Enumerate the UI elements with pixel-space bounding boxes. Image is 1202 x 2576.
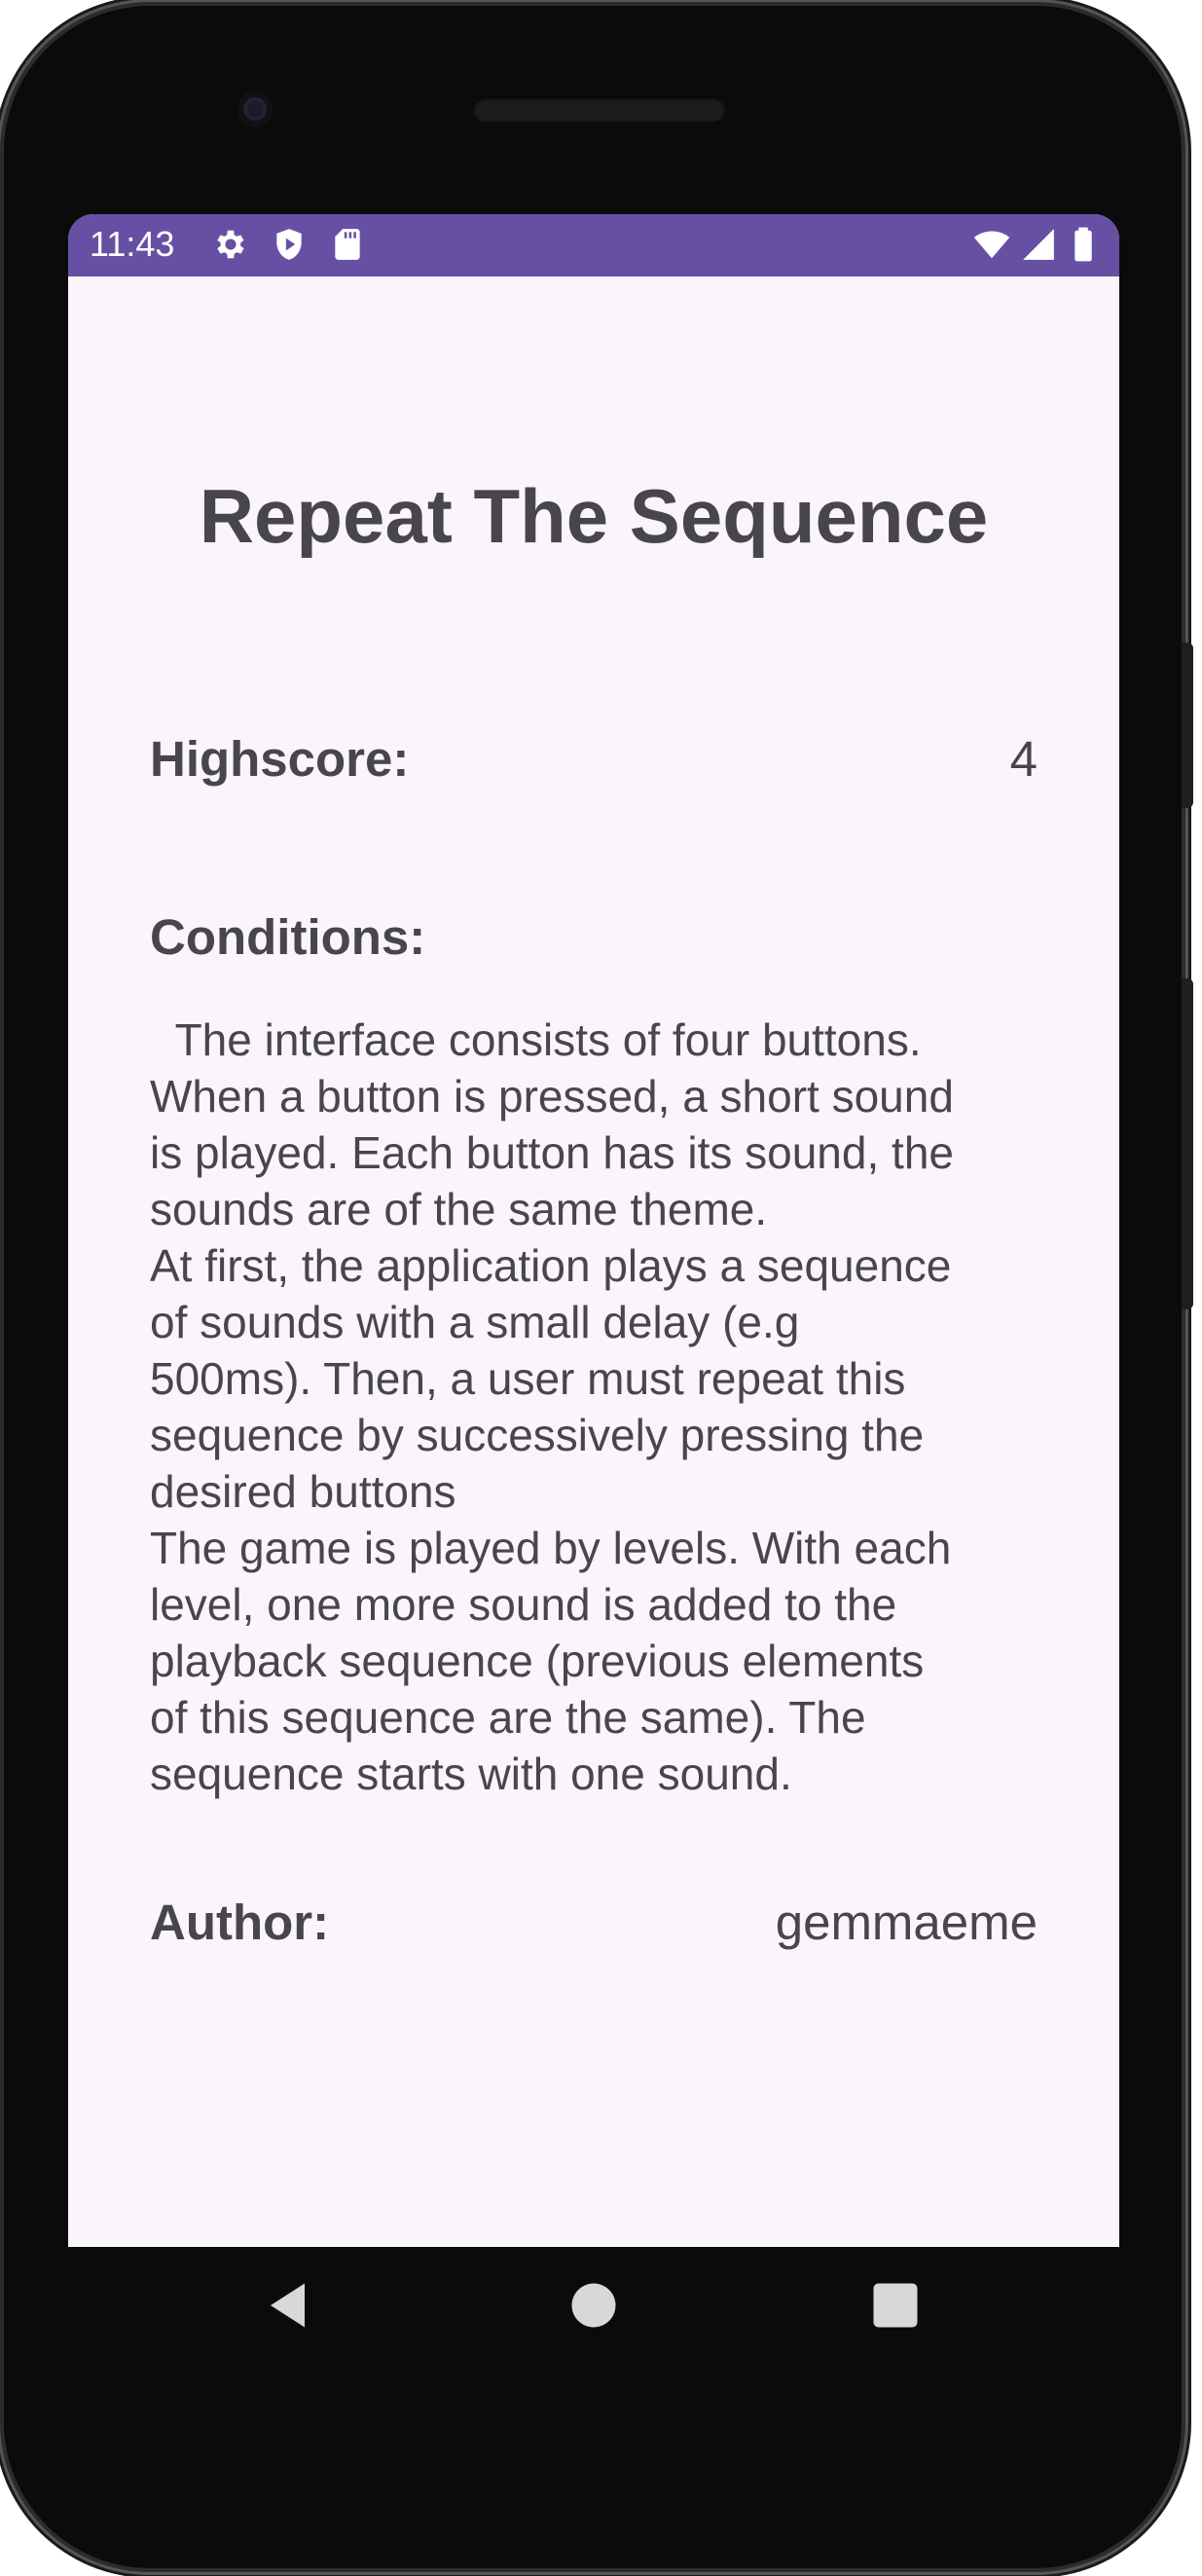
cell-signal-icon [1023, 229, 1054, 260]
recents-icon[interactable] [866, 2276, 925, 2335]
earpiece-speaker [473, 96, 726, 122]
author-label: Author: [150, 1895, 330, 1950]
back-icon[interactable] [261, 2276, 319, 2335]
home-icon[interactable] [565, 2276, 623, 2335]
app-screen: 11:43 Repeat The Sequence Highscore: 4 C… [68, 214, 1119, 2247]
status-time: 11:43 [90, 224, 175, 264]
gear-icon [217, 230, 244, 259]
conditions-text: The interface consists of four buttons. … [150, 1014, 954, 1799]
highscore-label: Highscore: [150, 731, 410, 787]
play-shield-icon [276, 229, 302, 260]
battery-icon [1075, 227, 1092, 262]
sd-card-icon [335, 229, 360, 260]
page-title: Repeat The Sequence [199, 473, 989, 559]
status-bar: 11:43 [68, 214, 1119, 276]
front-camera [237, 92, 273, 127]
power-button[interactable] [1182, 978, 1193, 1309]
highscore-value: 4 [1009, 731, 1038, 787]
wifi-icon [973, 231, 1010, 259]
author-value: gemmaeme [775, 1895, 1038, 1950]
volume-button[interactable] [1182, 643, 1193, 808]
navigation-bar [68, 2247, 1119, 2374]
conditions-label: Conditions: [150, 909, 426, 965]
